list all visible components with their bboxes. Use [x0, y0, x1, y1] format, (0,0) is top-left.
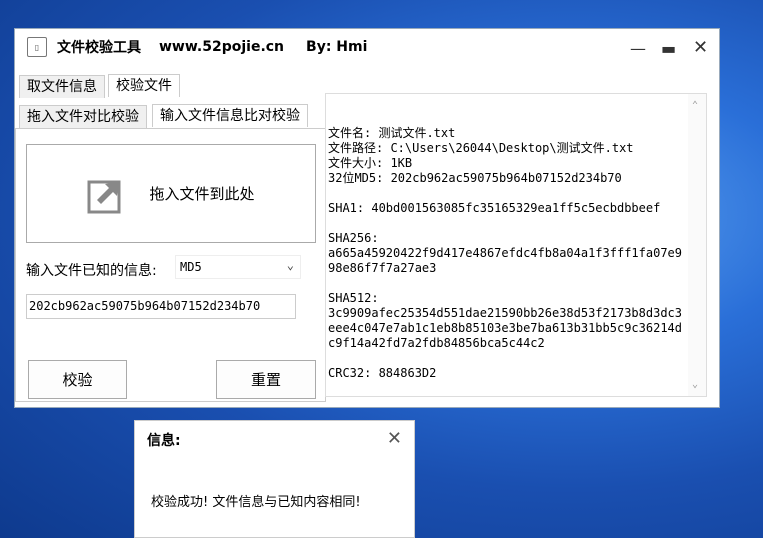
maximize-icon[interactable]: ▬	[661, 39, 676, 58]
scrollbar[interactable]: ⌃ ⌄	[688, 94, 706, 396]
drop-zone[interactable]: 拖入文件到此处	[26, 144, 316, 243]
hash-type-select[interactable]: MD5 ⌄	[175, 255, 301, 279]
verify-button[interactable]: 校验	[28, 360, 127, 399]
chevron-down-icon: ⌄	[286, 258, 294, 272]
hash-type-value: MD5	[180, 260, 202, 274]
close-icon[interactable]: ✕	[693, 37, 708, 58]
minimize-icon[interactable]: —	[630, 39, 646, 58]
reset-button[interactable]: 重置	[216, 360, 316, 399]
tab-get-info[interactable]: 取文件信息	[19, 75, 105, 98]
dialog-title: 信息:	[147, 433, 181, 449]
drop-arrow-icon	[87, 180, 121, 213]
dialog-message: 校验成功! 文件信息与已知内容相同!	[151, 495, 361, 510]
app-icon: ▯	[27, 37, 47, 57]
dialog-close-icon[interactable]: ✕	[387, 428, 402, 449]
tab-verify[interactable]: 校验文件	[108, 74, 180, 97]
file-info-text: 文件名: 测试文件.txt 文件路径: C:\Users\26044\Deskt…	[328, 126, 683, 380]
subtab-input-compare[interactable]: 输入文件信息比对校验	[152, 104, 308, 127]
main-window: ▯ 文件校验工具 www.52pojie.cn By: Hmi — ▬ ✕ 取文…	[14, 28, 720, 408]
title-bar: ▯ 文件校验工具 www.52pojie.cn By: Hmi	[27, 37, 367, 57]
file-info-textarea[interactable]: 文件名: 测试文件.txt 文件路径: C:\Users\26044\Deskt…	[325, 93, 707, 397]
scroll-down-icon[interactable]: ⌄	[692, 377, 698, 392]
scroll-up-icon[interactable]: ⌃	[692, 98, 698, 113]
site-label: www.52pojie.cn	[159, 39, 285, 55]
info-dialog: 信息: ✕ 校验成功! 文件信息与已知内容相同!	[134, 420, 415, 538]
known-hash-input[interactable]: 202cb962ac59075b964b07152d234b70	[26, 294, 296, 319]
app-title: 文件校验工具	[57, 40, 141, 56]
subtab-drag-compare[interactable]: 拖入文件对比校验	[19, 105, 147, 128]
known-info-label: 输入文件已知的信息:	[26, 263, 157, 279]
author-label: By: Hmi	[306, 39, 368, 55]
drop-label: 拖入文件到此处	[149, 185, 255, 203]
